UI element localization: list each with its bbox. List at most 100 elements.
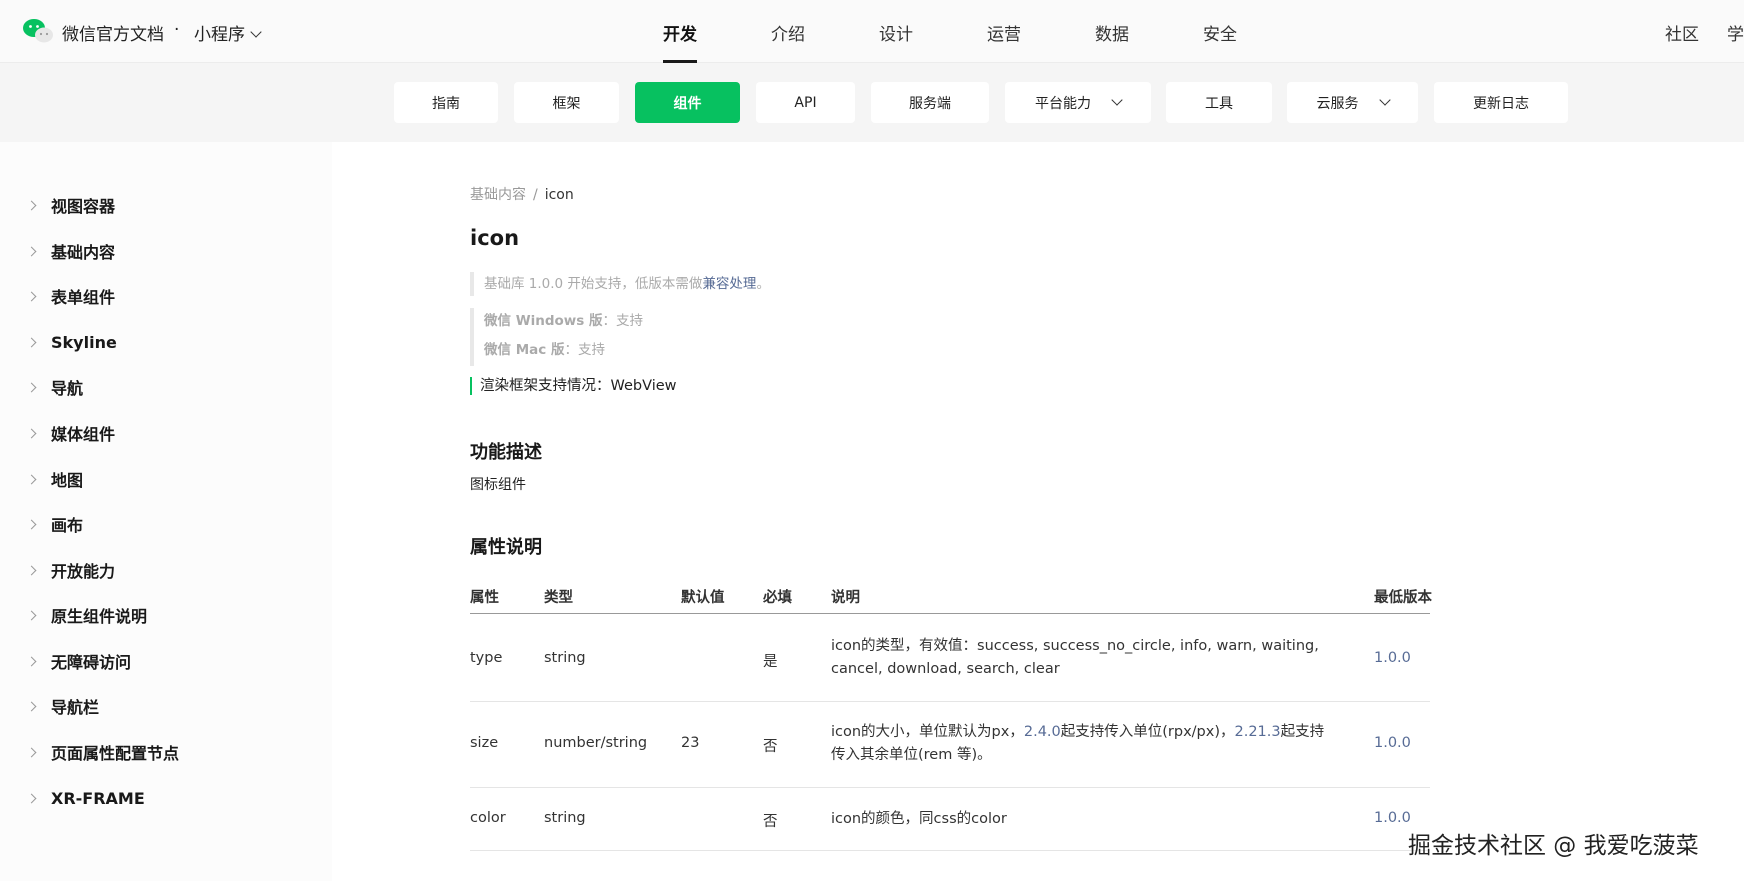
chevron-right-icon xyxy=(26,291,37,301)
chevron-right-icon xyxy=(26,519,37,529)
sidebar-item-view-container[interactable]: 视图容器 xyxy=(26,193,116,217)
table-header: 最低版本 xyxy=(1374,590,1432,606)
chevron-right-icon xyxy=(26,565,37,575)
table-header: 必填 xyxy=(763,590,792,606)
table-cell-required: 否 xyxy=(763,739,778,755)
page-title: icon xyxy=(470,226,520,250)
sidebar-item-map[interactable]: 地图 xyxy=(26,467,84,491)
breadcrumb: 基础内容 / icon xyxy=(470,184,574,204)
table-cell-type: string xyxy=(544,810,586,826)
sidebar-item-canvas[interactable]: 画布 xyxy=(26,512,84,536)
sidebar-item-label: 开放能力 xyxy=(51,562,116,581)
table-header: 属性 xyxy=(470,590,499,606)
nav-community[interactable]: 社区 xyxy=(1665,20,1699,45)
tab-label: 指南 xyxy=(432,95,460,112)
version-link[interactable]: 2.21.3 xyxy=(1235,724,1281,740)
table-row-divider xyxy=(470,701,1430,702)
description-text: 图标组件 xyxy=(470,477,526,493)
tab-label: 平台能力 xyxy=(1035,95,1091,112)
nav-learn[interactable]: 学 xyxy=(1727,20,1744,45)
tab-tools[interactable]: 工具 xyxy=(1166,82,1272,123)
compat-link[interactable]: 兼容处理 xyxy=(702,276,756,292)
table-cell-version[interactable]: 1.0.0 xyxy=(1374,650,1411,666)
sidebar-item-open-capabilities[interactable]: 开放能力 xyxy=(26,558,116,582)
nav-design[interactable]: 设计 xyxy=(879,20,913,45)
tab-label: 服务端 xyxy=(909,95,951,112)
table-row-divider xyxy=(470,850,1430,851)
tab-changelog[interactable]: 更新日志 xyxy=(1434,82,1568,123)
breadcrumb-separator: / xyxy=(533,187,538,203)
table-header-divider xyxy=(470,613,1430,614)
sidebar-item-xr-frame[interactable]: XR-FRAME xyxy=(26,786,145,810)
sidebar-item-skyline[interactable]: Skyline xyxy=(26,330,117,354)
section-heading-description: 功能描述 xyxy=(470,442,542,463)
sidebar-item-accessibility[interactable]: 无障碍访问 xyxy=(26,649,132,673)
tab-label: 组件 xyxy=(673,95,702,112)
tab-label: 更新日志 xyxy=(1473,95,1529,112)
chevron-right-icon xyxy=(26,382,37,392)
sidebar-item-label: 地图 xyxy=(51,471,84,490)
tab-cloud-service[interactable]: 云服务 xyxy=(1287,82,1418,123)
table-cell-name: color xyxy=(470,810,506,826)
platform-value: ：支持 xyxy=(564,342,605,358)
tab-label: 工具 xyxy=(1205,95,1233,112)
sidebar-item-label: Skyline xyxy=(51,332,117,352)
sidebar-item-label: 无障碍访问 xyxy=(51,653,132,672)
nav-operation[interactable]: 运营 xyxy=(987,20,1021,45)
chevron-right-icon xyxy=(26,337,37,347)
table-cell-required: 否 xyxy=(763,814,778,830)
tab-components[interactable]: 组件 xyxy=(635,82,740,123)
tab-framework[interactable]: 框架 xyxy=(514,82,619,123)
nav-develop[interactable]: 开发 xyxy=(663,20,697,45)
tab-platform-capabilities[interactable]: 平台能力 xyxy=(1005,82,1151,123)
table-header: 类型 xyxy=(544,590,573,606)
chevron-right-icon xyxy=(26,246,37,256)
sidebar-item-media-components[interactable]: 媒体组件 xyxy=(26,421,115,445)
sidebar-item-label: 基础内容 xyxy=(51,243,116,262)
table-cell-default: 23 xyxy=(681,735,700,751)
support-note-text: 基础库 1.0.0 开始支持，低版本需做 xyxy=(484,276,703,292)
tab-label: 框架 xyxy=(552,95,581,112)
platform-row-mac: 微信 Mac 版：支持 xyxy=(484,337,643,366)
table-cell-type: number/string xyxy=(544,735,648,751)
sidebar-item-basic-content[interactable]: 基础内容 xyxy=(26,239,116,263)
wechat-logo-icon[interactable] xyxy=(22,17,54,45)
product-label: 小程序 xyxy=(194,25,245,45)
product-switcher[interactable]: 小程序 xyxy=(194,20,262,45)
chevron-right-icon xyxy=(26,474,37,484)
top-navbar: 微信官方文档 · 小程序 开发 介绍 设计 运营 数据 安全 社区 学 xyxy=(0,0,1744,63)
sidebar-item-navbar[interactable]: 导航栏 xyxy=(26,694,100,718)
nav-intro[interactable]: 介绍 xyxy=(771,20,805,45)
version-link[interactable]: 2.4.0 xyxy=(1024,724,1061,740)
brand-title[interactable]: 微信官方文档 xyxy=(62,20,164,45)
sidebar-item-navigation[interactable]: 导航 xyxy=(26,375,83,399)
nav-security[interactable]: 安全 xyxy=(1203,20,1237,45)
table-cell-desc: icon的颜色，同css的color xyxy=(831,808,1331,831)
sidebar-item-native-components[interactable]: 原生组件说明 xyxy=(26,603,148,627)
sidebar-item-label: 页面属性配置节点 xyxy=(51,744,180,763)
sidebar-item-label: 导航栏 xyxy=(51,698,100,717)
platform-support-note: 微信 Windows 版：支持 微信 Mac 版：支持 xyxy=(470,308,643,366)
table-cell-name: size xyxy=(470,735,499,751)
table-cell-name: type xyxy=(470,650,503,666)
sidebar-item-form-components[interactable]: 表单组件 xyxy=(26,284,115,308)
table-cell-desc: icon的大小，单位默认为px，2.4.0起支持传入单位(rpx/px)，2.2… xyxy=(831,721,1331,767)
table-cell-version[interactable]: 1.0.0 xyxy=(1374,735,1411,751)
tab-api[interactable]: API xyxy=(756,82,855,123)
chevron-right-icon xyxy=(26,747,37,757)
sidebar-item-page-config-node[interactable]: 页面属性配置节点 xyxy=(26,740,180,764)
support-note: 基础库 1.0.0 开始支持，低版本需做兼容处理。 xyxy=(470,272,770,296)
sidebar-item-label: 画布 xyxy=(51,516,84,535)
table-cell-version[interactable]: 1.0.0 xyxy=(1374,810,1411,826)
breadcrumb-current: icon xyxy=(544,187,574,203)
breadcrumb-parent[interactable]: 基础内容 xyxy=(470,187,526,203)
platform-name: 微信 Mac 版 xyxy=(484,342,565,358)
sidebar-item-label: 原生组件说明 xyxy=(51,607,148,626)
tab-guide[interactable]: 指南 xyxy=(394,82,498,123)
nav-data[interactable]: 数据 xyxy=(1095,20,1129,45)
sidebar-item-label: 视图容器 xyxy=(51,197,116,216)
tab-server[interactable]: 服务端 xyxy=(871,82,989,123)
chevron-right-icon xyxy=(26,610,37,620)
tab-label: API xyxy=(794,94,817,111)
desc-text: icon的大小，单位默认为px， xyxy=(831,724,1024,740)
